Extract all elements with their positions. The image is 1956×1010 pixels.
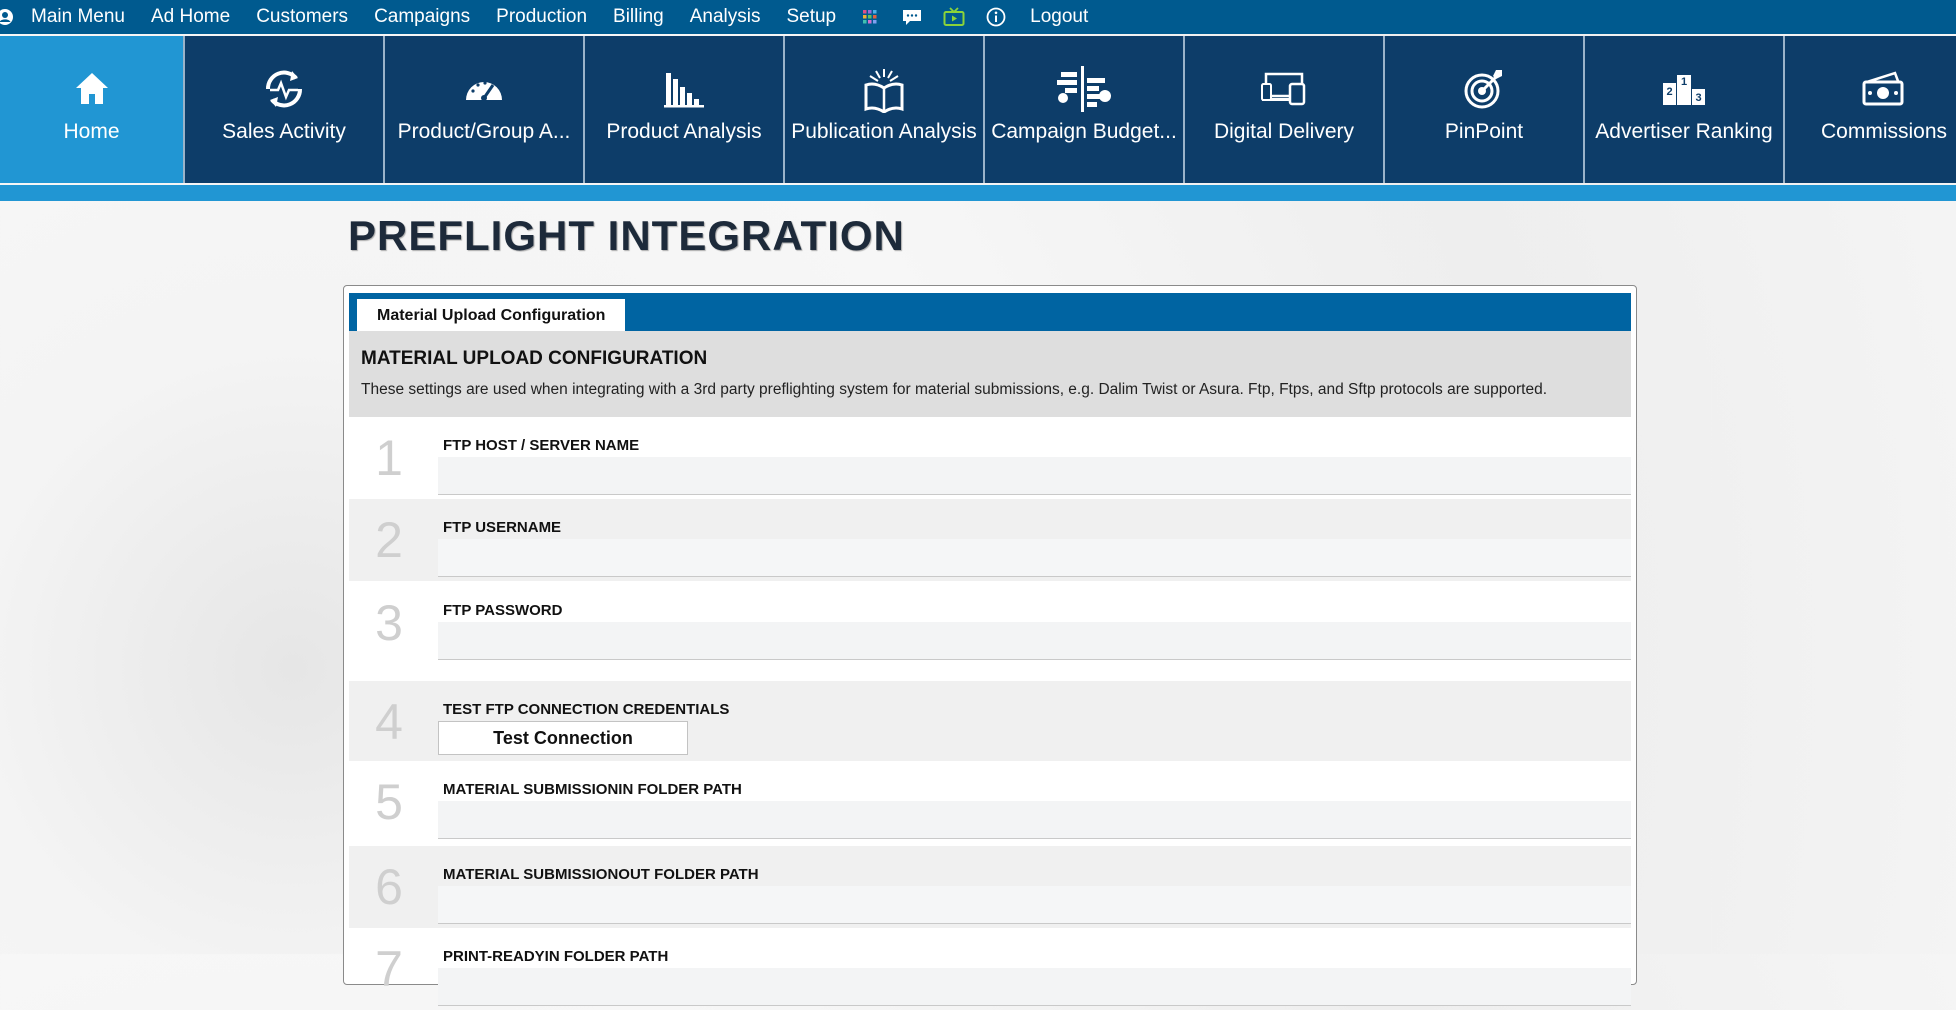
tile-label: Commissions [1820,120,1948,143]
tab-material-upload-configuration[interactable]: Material Upload Configuration [357,299,626,331]
tile-label: Publication Analysis [791,120,977,143]
field-label: PRINT-READYIN FOLDER PATH [443,948,669,965]
tile-label: Advertiser Ranking [1595,120,1773,143]
menu-main-menu[interactable]: Main Menu [31,6,125,28]
form-row-submission-in-path: 5 MATERIAL SUBMISSIONIN FOLDER PATH [349,761,1631,843]
logout-link[interactable]: Logout [1030,6,1088,28]
menu-campaigns[interactable]: Campaigns [374,6,470,28]
form-row-ftp-username: 2 FTP USERNAME [349,499,1631,581]
ftp-host-input[interactable] [438,457,1631,495]
info-icon[interactable] [983,0,1009,34]
tile-pinpoint[interactable]: PinPoint [1385,36,1585,183]
page-title: PREFLIGHT INTEGRATION [348,212,905,259]
form-row-submission-out-path: 6 MATERIAL SUBMISSIONOUT FOLDER PATH [349,846,1631,928]
field-label: MATERIAL SUBMISSIONIN FOLDER PATH [443,781,742,798]
tile-digital-delivery[interactable]: Digital Delivery [1185,36,1385,183]
tile-commissions[interactable]: Commissions [1785,36,1956,183]
form-row-ftp-password: 3 FTP PASSWORD [349,582,1631,664]
bar-chart-icon [663,64,705,114]
devices-icon [1260,64,1308,114]
field-label: TEST FTP CONNECTION CREDENTIALS [443,701,730,718]
user-icon[interactable] [0,0,18,34]
tile-label: PinPoint [1444,120,1524,143]
tile-product-analysis[interactable]: Product Analysis [585,36,785,183]
svg-text:2: 2 [1666,86,1672,98]
tile-home[interactable]: Home [0,36,185,183]
step-number: 7 [375,941,403,997]
menu-production[interactable]: Production [496,6,587,28]
apps-grid-icon[interactable] [857,0,883,34]
tile-campaign-budget[interactable]: Campaign Budget... [985,36,1185,183]
test-connection-button[interactable]: Test Connection [438,721,688,755]
field-label: FTP HOST / SERVER NAME [443,437,640,454]
budget-icon [1055,64,1113,114]
step-number: 2 [375,512,403,568]
menu-analysis[interactable]: Analysis [690,6,761,28]
tile-navigation: Home Sales Activity Product/Group A... P… [0,36,1956,183]
menu-ad-home[interactable]: Ad Home [151,6,230,28]
tile-label: Campaign Budget... [991,120,1177,143]
menu-billing[interactable]: Billing [613,6,664,28]
svg-text:3: 3 [1695,92,1701,104]
ftp-username-input[interactable] [438,539,1631,577]
submission-out-path-input[interactable] [438,886,1631,924]
svg-text:1: 1 [1681,76,1687,88]
tile-sales-activity[interactable]: Sales Activity [185,36,385,183]
tile-label: Product/Group A... [397,120,571,143]
tile-advertiser-ranking[interactable]: 12 3 Advertiser Ranking [1585,36,1785,183]
tile-product-group-analysis[interactable]: Product/Group A... [385,36,585,183]
tile-label: Digital Delivery [1213,120,1355,143]
step-number: 1 [375,430,403,486]
step-number: 5 [375,774,403,830]
tile-label: Home [63,120,120,143]
tab-bar: Material Upload Configuration [349,293,1631,331]
tile-publication-analysis[interactable]: Publication Analysis [785,36,985,183]
form-row-test-connection: 4 TEST FTP CONNECTION CREDENTIALS Test C… [349,681,1631,761]
field-label: FTP PASSWORD [443,602,563,619]
ftp-password-input[interactable] [438,622,1631,660]
menu-customers[interactable]: Customers [256,6,348,28]
config-panel: Material Upload Configuration MATERIAL U… [343,285,1637,1006]
step-number: 4 [375,694,403,750]
money-icon [1861,64,1907,114]
print-ready-in-path-input[interactable] [438,968,1631,1006]
podium-icon: 12 3 [1661,64,1707,114]
nav-divider-strip [0,185,1956,201]
section-description: These settings are used when integrating… [361,381,1548,398]
tile-label: Sales Activity [222,120,346,143]
home-icon [72,64,112,114]
tile-label: Product Analysis [606,120,762,143]
field-label: MATERIAL SUBMISSIONOUT FOLDER PATH [443,866,759,883]
sales-activity-icon [258,64,310,114]
gauge-icon [463,64,505,114]
chat-icon[interactable] [899,0,925,34]
top-menu-bar: Main Menu Ad Home Customers Campaigns Pr… [0,0,1956,34]
menu-setup[interactable]: Setup [786,6,836,28]
section-title: MATERIAL UPLOAD CONFIGURATION [361,348,708,369]
field-label: FTP USERNAME [443,519,562,536]
form-row-print-ready-in-path: 7 PRINT-READYIN FOLDER PATH [349,928,1631,1010]
target-icon [1462,64,1506,114]
step-number: 6 [375,859,403,915]
section-header: MATERIAL UPLOAD CONFIGURATION These sett… [349,331,1631,417]
book-icon [862,64,906,114]
submission-in-path-input[interactable] [438,801,1631,839]
step-number: 3 [375,595,403,651]
form-row-ftp-host: 1 FTP HOST / SERVER NAME [349,417,1631,499]
tv-icon[interactable] [941,0,967,34]
